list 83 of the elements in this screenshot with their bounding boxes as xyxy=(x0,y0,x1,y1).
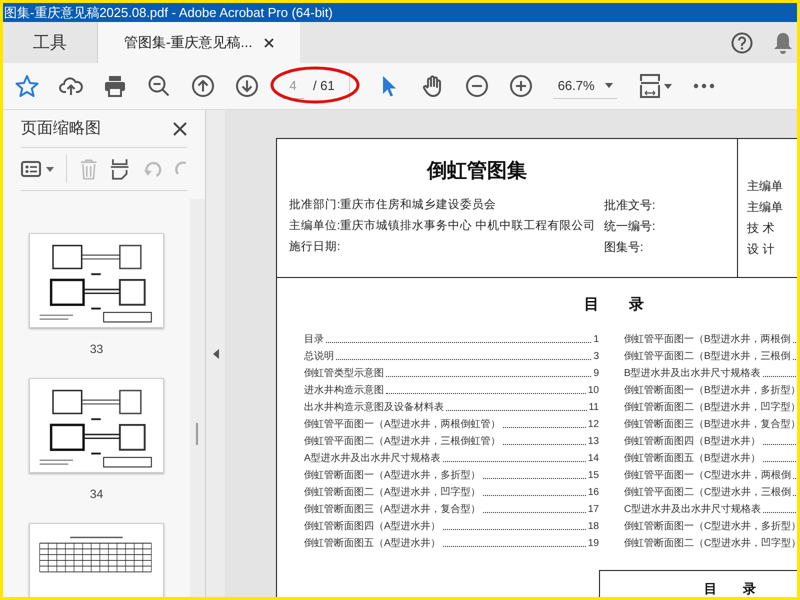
page-number: 10 xyxy=(588,384,599,398)
zoom-dropdown[interactable]: 66.7% xyxy=(552,73,617,99)
toc-entry[interactable]: 目录 xyxy=(304,332,324,346)
toc-entry[interactable]: 倒虹管断面图一（B型进水井，多折型） xyxy=(624,382,797,398)
toc-heading: 目 录 xyxy=(584,295,645,315)
toc-entry[interactable]: A型进水井及出水井尺寸规格表 xyxy=(304,450,441,466)
toc-entry[interactable]: 倒虹管断面图三（B型进水井，复合型） xyxy=(624,416,797,432)
toc-entry[interactable]: 倒虹管断面图二（C型进水井，凹字型） xyxy=(624,536,797,550)
page-number: 12 xyxy=(588,418,599,432)
page-number: 13 xyxy=(588,434,599,448)
close-icon[interactable] xyxy=(173,122,187,136)
toc-entry[interactable]: B型进水井及出水井尺寸规格表 xyxy=(624,366,761,380)
print-icon[interactable] xyxy=(103,74,127,98)
document-title: 倒虹管图集 xyxy=(426,159,528,184)
toc-entry[interactable]: 倒虹管断面图一（C型进水井，多折型） xyxy=(624,518,797,534)
toc-entry[interactable]: 倒虹管类型示意图 xyxy=(304,366,384,380)
page-number: 3 xyxy=(593,350,599,364)
arrow-up-icon[interactable] xyxy=(191,74,215,98)
page-thumbnail[interactable] xyxy=(29,233,164,328)
page-number: 16 xyxy=(588,486,599,500)
caret-icon xyxy=(46,166,54,172)
page-label: 33 xyxy=(90,341,104,358)
star-icon[interactable] xyxy=(15,74,39,98)
fit-page-icon xyxy=(638,73,661,99)
zoom-in-plus-icon[interactable] xyxy=(508,74,533,98)
page-number: 1 xyxy=(593,332,599,346)
page-number: 18 xyxy=(588,520,599,534)
info-field: 主编单 xyxy=(747,176,783,197)
toc-entry[interactable]: 倒虹管平面图二（C型进水井，三根倒 xyxy=(624,484,792,500)
toc-entry[interactable]: C型进水井及出水井尺寸规格表 xyxy=(624,502,762,516)
info-field: 主编单位:重庆市城镇排水事务中心 中机中联工程有限公司 xyxy=(289,216,596,237)
page-extract-icon[interactable] xyxy=(110,158,130,180)
page-thumbnail[interactable] xyxy=(29,378,164,473)
info-field: 批准部门:重庆市住房和城乡建设委员会 xyxy=(289,195,496,216)
tab[interactable]: 管图集-重庆意见稿... xyxy=(98,22,300,63)
info-field: 批准文号: xyxy=(604,195,656,216)
toc-entry[interactable]: 倒虹管断面图四（B型进水井） xyxy=(624,434,761,448)
page-count: / 61 xyxy=(313,77,335,96)
info-field: 主编单 xyxy=(747,197,783,218)
toc-entry[interactable]: 倒虹管断面图二（B型进水井，凹字型） xyxy=(624,400,797,414)
toc-entry[interactable]: 倒虹管断面图五（B型进水井） xyxy=(624,450,761,466)
footer-title: 目 录 xyxy=(704,580,756,597)
info-field: 统一编号: xyxy=(604,216,656,237)
toc-entry[interactable]: 倒虹管断面图四（A型进水井） xyxy=(304,518,441,534)
info-field: 施行日期: xyxy=(289,237,340,258)
toc-entry[interactable]: 总说明 xyxy=(304,348,334,364)
caret-icon xyxy=(664,84,672,88)
toc-entry[interactable]: 进水井构造示意图 xyxy=(304,382,384,398)
toc-entry[interactable]: 倒虹管平面图一（C型进水井，两根倒 xyxy=(624,468,792,482)
toc-entry[interactable]: 倒虹管断面图一（A型进水井，多折型） xyxy=(304,468,481,482)
window-title: 图集-重庆意见稿2025.08.pdf - Adobe Acrobat Pro (64-bit) xyxy=(3,4,333,22)
info-field: 图集号: xyxy=(604,237,644,258)
page-number: 9 xyxy=(593,366,599,380)
collapse-arrow-icon[interactable] xyxy=(212,348,218,358)
page-number: 14 xyxy=(588,452,599,466)
toc-entry[interactable]: 出水井构造示意图及设备材料表 xyxy=(304,400,444,414)
toc-entry[interactable]: 倒虹管断面图三（A型进水井，复合型） xyxy=(304,502,481,516)
page-thumbnail[interactable] xyxy=(29,523,164,597)
page-number: 19 xyxy=(588,536,599,550)
fit-page-dropdown[interactable] xyxy=(638,73,672,99)
close-icon[interactable] xyxy=(264,38,274,48)
info-field: 设 计 xyxy=(747,239,774,260)
zoom-out-minus-icon[interactable] xyxy=(464,74,489,98)
toc-entry[interactable]: 倒虹管平面图二（B型进水井，三根倒 xyxy=(624,348,791,364)
bell-icon[interactable] xyxy=(773,32,793,54)
scrollbar[interactable] xyxy=(190,199,205,597)
page-number: 15 xyxy=(588,468,599,482)
help-icon[interactable] xyxy=(731,32,753,54)
toc-entry[interactable]: 倒虹管平面图一（A型进水井，两根倒虹管） xyxy=(304,416,501,432)
page-number: 17 xyxy=(588,502,599,516)
page-number: 11 xyxy=(588,400,599,414)
info-field: 技 术 xyxy=(747,218,774,239)
toc-entry[interactable]: 倒虹管断面图二（A型进水井，凹字型） xyxy=(304,484,481,500)
panel-title: 页面缩略图 xyxy=(21,118,101,138)
caret-icon xyxy=(604,83,613,88)
toc-entry[interactable]: 倒虹管平面图一（B型进水井，两根倒 xyxy=(624,332,791,346)
toc-entry[interactable]: 倒虹管平面图二（A型进水井，三根倒虹管） xyxy=(304,434,501,448)
zoom-out-icon[interactable] xyxy=(147,74,171,98)
list-icon xyxy=(21,161,41,177)
toc-entry[interactable]: 倒虹管断面图五（A型进水井） xyxy=(304,536,441,550)
arrow-down-icon[interactable] xyxy=(235,74,259,98)
options-dropdown[interactable] xyxy=(21,161,54,177)
page-label: 34 xyxy=(90,486,104,503)
